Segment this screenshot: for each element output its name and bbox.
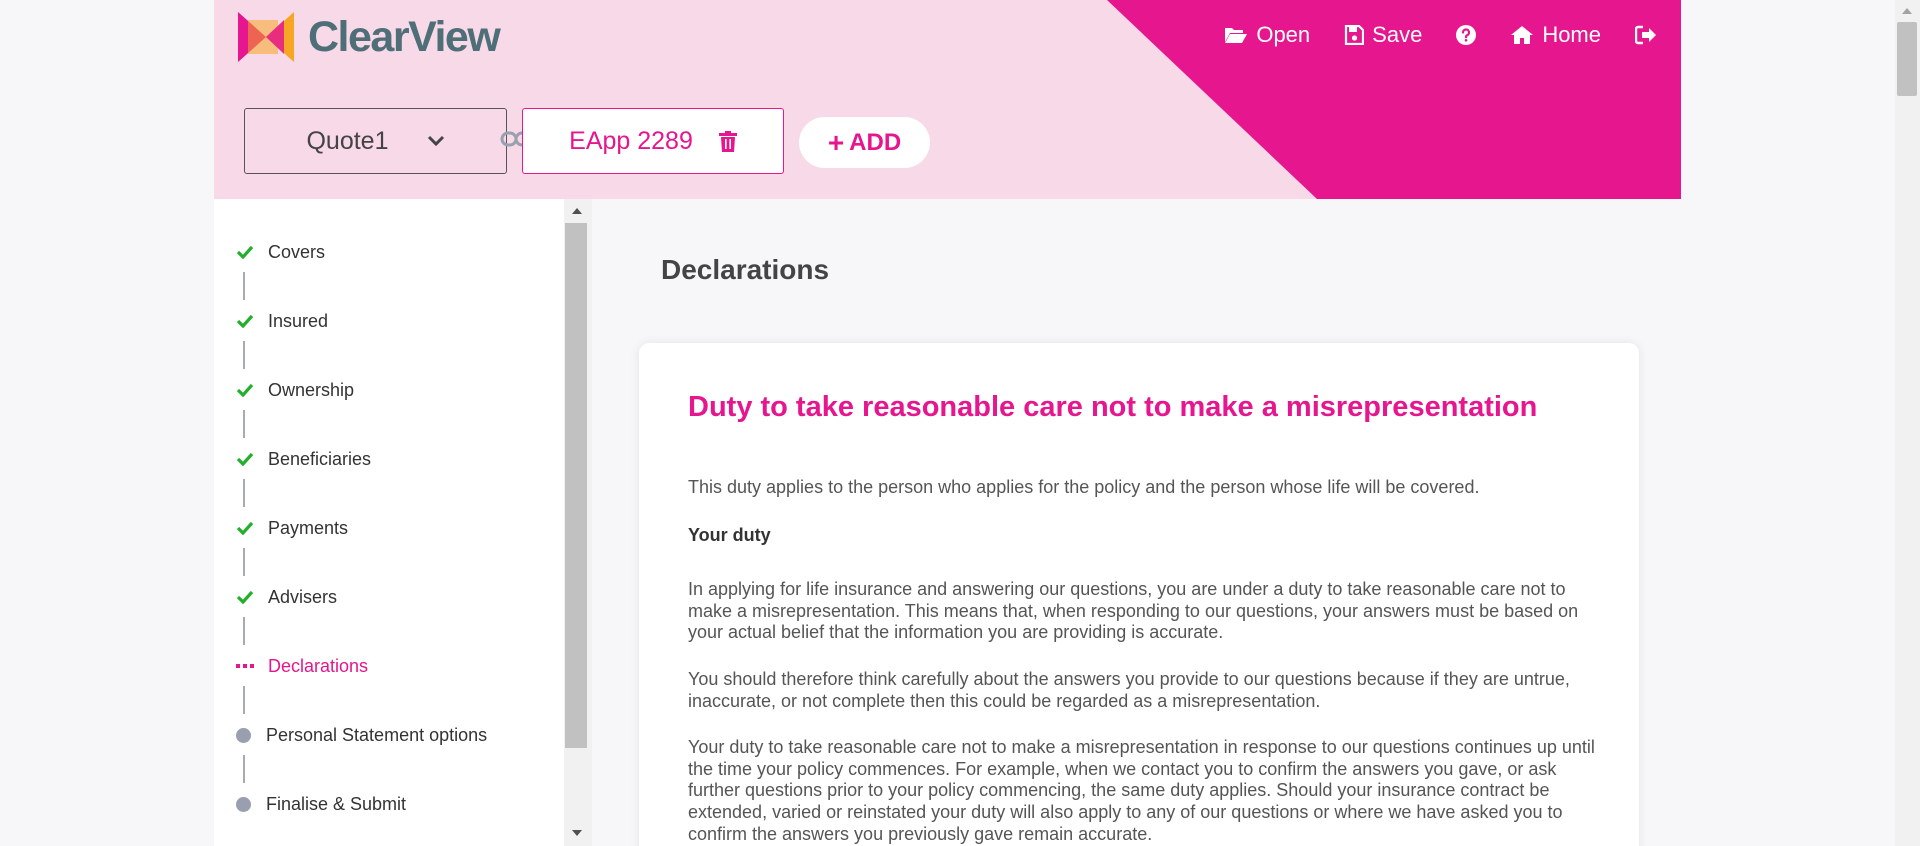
card-title: Duty to take reasonable care not to make… [688,391,1538,423]
page-scroll-up-icon[interactable] [1902,8,1912,14]
page-scrollbar[interactable] [1895,0,1920,846]
step-label: Covers [268,241,326,262]
step-connector [243,617,245,645]
step-finalise-submit[interactable]: Finalise & Submit [236,792,406,816]
quote-select-value: Quote1 [306,126,389,155]
paragraph: You should therefore think carefully abo… [688,669,1570,711]
step-connector [243,755,245,783]
home-icon [1511,26,1534,44]
paragraph: In applying for life insurance and answe… [688,579,1579,643]
app-root: ClearView Open Save Home Quote1 EApp 228… [0,0,1920,846]
save-button[interactable]: Save [1344,22,1422,48]
logout-button[interactable] [1635,25,1657,45]
declaration-card: Duty to take reasonable care not to make… [639,343,1639,846]
step-advisers[interactable]: Advisers [236,585,337,609]
help-icon [1456,25,1477,45]
header: ClearView Open Save Home Quote1 EApp 228… [214,0,1681,199]
step-label: Personal Statement options [266,724,488,745]
step-connector [243,341,245,369]
step-covers[interactable]: Covers [236,240,325,264]
open-button[interactable]: Open [1224,22,1310,48]
step-ownership[interactable]: Ownership [236,378,354,402]
ellipsis-icon [236,663,256,669]
step-payments[interactable]: Payments [236,516,348,540]
step-connector [243,272,245,300]
trash-icon[interactable] [718,130,737,152]
page-title: Declarations [661,254,830,285]
scroll-up-arrow-icon[interactable] [572,208,582,214]
check-icon [236,245,256,259]
step-label: Finalise & Submit [266,793,407,814]
check-icon [236,314,256,328]
sign-out-icon [1635,25,1656,45]
card-subheading: Your duty [688,525,771,545]
save-label: Save [1372,22,1423,47]
step-connector [243,410,245,438]
step-label: Ownership [268,379,355,400]
step-beneficiaries[interactable]: Beneficiaries [236,447,371,471]
steps-sidebar: Covers Insured Ownership Beneficiaries P… [214,199,592,846]
chevron-down-icon [427,135,444,147]
top-nav: Open Save Home [1224,22,1657,48]
clearview-logo-icon [238,12,294,62]
check-icon [236,521,256,535]
step-label: Payments [268,517,349,538]
paragraph: Your duty to take reasonable care not to… [688,737,1595,844]
home-label: Home [1542,22,1601,47]
home-button[interactable]: Home [1510,22,1601,48]
intro-text: This duty applies to the person who appl… [688,477,1480,497]
open-label: Open [1256,22,1311,47]
brand-name: ClearView [308,12,501,61]
check-icon [236,590,256,604]
sidebar-scroll-thumb[interactable] [565,223,587,748]
scroll-down-arrow-icon[interactable] [572,830,582,836]
help-button[interactable] [1456,25,1477,45]
step-insured[interactable]: Insured [236,309,328,333]
step-declarations[interactable]: Declarations [236,654,368,678]
brand-logo[interactable]: ClearView [238,12,501,62]
eapp-tab[interactable]: EApp 2289 [522,108,784,174]
step-label: Beneficiaries [268,448,372,469]
step-connector [243,479,245,507]
add-button[interactable]: + ADD [799,117,930,168]
check-icon [236,452,256,466]
step-label: Advisers [268,586,338,607]
pending-dot-icon [236,727,256,743]
step-personal-statement-options[interactable]: Personal Statement options [236,723,487,747]
eapp-label: EApp 2289 [569,126,693,155]
save-icon [1345,25,1365,45]
check-icon [236,383,256,397]
step-connector [243,686,245,714]
pending-dot-icon [236,796,256,812]
step-label: Declarations [268,655,369,676]
page-scroll-thumb[interactable] [1897,22,1917,96]
add-label: ADD [849,128,902,156]
plus-icon: + [827,126,845,158]
folder-open-icon [1225,28,1248,43]
step-label: Insured [268,310,329,331]
step-connector [243,548,245,576]
quote-select[interactable]: Quote1 [244,108,507,174]
